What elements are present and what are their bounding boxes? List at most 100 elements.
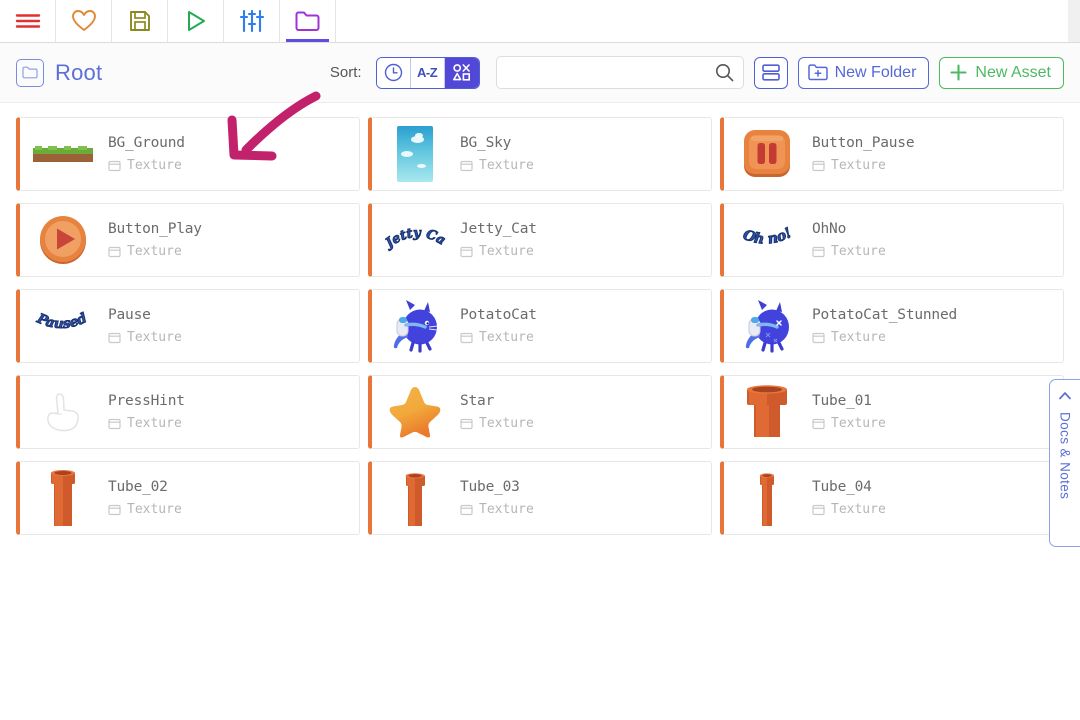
asset-info: PotatoCat Texture (460, 307, 537, 345)
menu-icon-button[interactable] (0, 0, 56, 42)
play-button[interactable] (168, 0, 224, 42)
favorite-button[interactable] (56, 0, 112, 42)
list-view-toggle-button[interactable] (753, 56, 788, 89)
shapes-icon (452, 64, 470, 81)
asset-name: PotatoCat (460, 307, 537, 323)
asset-type-label: Texture (127, 502, 182, 517)
asset-type: Texture (108, 158, 185, 173)
asset-thumbnail (32, 125, 94, 183)
asset-info: Tube_03 Texture (460, 479, 534, 517)
asset-card[interactable]: Button_Play Texture (16, 203, 360, 277)
svg-text:Jetty Cat: Jetty Cat (384, 223, 446, 253)
asset-thumbnail (736, 469, 798, 527)
asset-thumbnail (736, 125, 798, 183)
asset-card[interactable]: BG_Sky Texture (368, 117, 712, 191)
new-folder-button[interactable]: New Folder (797, 56, 930, 89)
asset-type-label: Texture (831, 416, 886, 431)
settings-button[interactable] (224, 0, 280, 42)
settings-sliders-icon (239, 10, 264, 32)
search-icon[interactable] (715, 63, 734, 82)
toolbar-spacer (336, 0, 1068, 42)
asset-type-label: Texture (831, 244, 886, 259)
asset-type-label: Texture (831, 502, 886, 517)
asset-card[interactable]: Tube_03 Texture (368, 461, 712, 535)
asset-thumbnail (32, 211, 94, 269)
asset-info: OhNo Texture (812, 221, 886, 259)
texture-icon (812, 504, 825, 516)
play-icon (187, 11, 205, 31)
asset-info: BG_Ground Texture (108, 135, 185, 173)
sort-alphabetical-button[interactable]: A-Z (410, 57, 445, 88)
sort-by-type-button[interactable] (444, 57, 479, 88)
asset-thumbnail (384, 125, 446, 183)
sort-by-recent-button[interactable] (376, 57, 411, 88)
asset-info: Button_Play Texture (108, 221, 202, 259)
asset-card[interactable]: Jetty Cat Jetty_Cat Texture (368, 203, 712, 277)
asset-thumbnail: Oh no! (736, 211, 798, 269)
potato-cat-icon (393, 300, 439, 353)
asset-name: Jetty_Cat (460, 221, 537, 237)
texture-icon (812, 418, 825, 430)
asset-type: Texture (460, 330, 537, 345)
asset-type: Texture (812, 158, 914, 173)
asset-type-label: Texture (831, 158, 886, 173)
asset-name: Star (460, 393, 495, 409)
asset-name: PressHint (108, 393, 185, 409)
texture-icon (812, 332, 825, 344)
top-toolbar (0, 0, 1080, 43)
favorite-icon (71, 10, 96, 31)
tube-03-icon (405, 473, 425, 526)
asset-card[interactable]: Paused Pause Texture (16, 289, 360, 363)
tube-02-icon (51, 470, 75, 526)
asset-type-label: Texture (831, 330, 886, 345)
asset-thumbnail (384, 297, 446, 355)
tube-01-icon (747, 385, 787, 437)
clock-icon (384, 63, 402, 82)
paused-logo-icon: Paused (33, 309, 90, 332)
asset-thumbnail: Jetty Cat (384, 211, 446, 269)
asset-card[interactable]: PotatoCat Texture (368, 289, 712, 363)
asset-card[interactable]: Tube_04 Texture (720, 461, 1064, 535)
asset-card[interactable]: Button_Pause Texture (720, 117, 1064, 191)
ohno-logo-icon: Oh no! (740, 225, 795, 249)
asset-info: Tube_04 Texture (812, 479, 886, 517)
texture-icon (108, 160, 121, 172)
toolbar-end-cap (1068, 0, 1080, 42)
save-icon (129, 11, 150, 31)
asset-info: Tube_02 Texture (108, 479, 182, 517)
asset-name: BG_Ground (108, 135, 185, 151)
asset-type: Texture (108, 330, 182, 345)
page-title: Root (55, 59, 103, 85)
asset-name: Tube_03 (460, 479, 520, 495)
new-folder-label: New Folder (834, 63, 917, 81)
asset-name: OhNo (812, 221, 847, 237)
search-input[interactable] (506, 64, 715, 81)
asset-card[interactable]: PressHint Texture (16, 375, 360, 449)
assets-tab-button[interactable] (280, 0, 336, 42)
asset-thumbnail (384, 469, 446, 527)
svg-text:Paused: Paused (34, 310, 90, 332)
asset-card[interactable]: Tube_02 Texture (16, 461, 360, 535)
asset-card[interactable]: Oh no! OhNo Texture (720, 203, 1064, 277)
asset-card[interactable]: Tube_01 Texture (720, 375, 1064, 449)
asset-card[interactable]: BG_Ground Texture (16, 117, 360, 191)
search-box[interactable] (495, 56, 744, 89)
new-asset-label: New Asset (975, 63, 1051, 81)
new-asset-button[interactable]: New Asset (939, 56, 1064, 89)
asset-type: Texture (460, 502, 534, 517)
save-button[interactable] (112, 0, 168, 42)
asset-card[interactable]: Star Texture (368, 375, 712, 449)
asset-name: Tube_04 (812, 479, 872, 495)
breadcrumb[interactable]: Root (16, 58, 103, 87)
asset-type-label: Texture (127, 416, 182, 431)
texture-icon (812, 246, 825, 258)
asset-card[interactable]: PotatoCat_Stunned Texture (720, 289, 1064, 363)
asset-type-label: Texture (127, 330, 182, 345)
docs-and-notes-panel-tab[interactable]: Docs & Notes (1049, 379, 1080, 547)
asset-grid: BG_Ground Texture BG_Sky Texture Button_… (16, 117, 1064, 535)
list-view-icon (761, 64, 780, 81)
texture-icon (108, 332, 121, 344)
asset-type: Texture (812, 330, 957, 345)
svg-text:Oh no!: Oh no! (741, 225, 795, 248)
asset-type: Texture (108, 416, 185, 431)
